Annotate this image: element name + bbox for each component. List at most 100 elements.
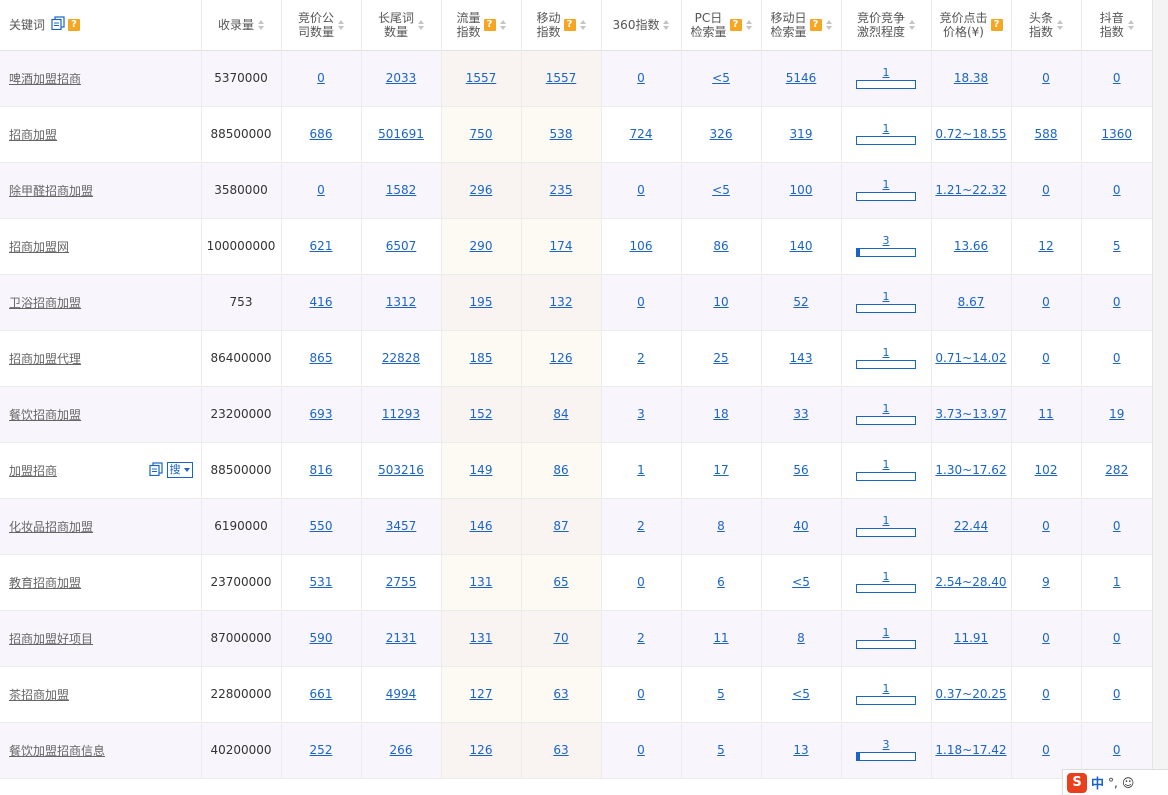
mobile-daily-link[interactable]: <5 bbox=[792, 575, 810, 589]
longtail-link[interactable]: 4994 bbox=[386, 687, 417, 701]
mobile-daily-link[interactable]: <5 bbox=[792, 687, 810, 701]
longtail-link[interactable]: 266 bbox=[390, 743, 413, 757]
mobile-link[interactable]: 63 bbox=[553, 743, 568, 757]
mobile-daily-link[interactable]: 40 bbox=[793, 519, 808, 533]
competition-link[interactable]: 1 bbox=[883, 123, 890, 135]
sort-icon[interactable] bbox=[579, 19, 586, 30]
toutiao-link[interactable]: 0 bbox=[1042, 183, 1050, 197]
sort-icon[interactable] bbox=[909, 19, 915, 30]
longtail-link[interactable]: 503216 bbox=[378, 463, 424, 477]
keyword-link[interactable]: 化妆品招商加盟 bbox=[9, 518, 93, 535]
search-dropdown-button[interactable]: 搜 bbox=[166, 462, 193, 478]
traffic-link[interactable]: 126 bbox=[470, 743, 493, 757]
360-link[interactable]: 0 bbox=[637, 687, 645, 701]
toutiao-link[interactable]: 0 bbox=[1042, 519, 1050, 533]
cpc-link[interactable]: 1.21~22.32 bbox=[935, 183, 1006, 197]
cpc-link[interactable]: 1.30~17.62 bbox=[935, 463, 1006, 477]
bid-companies-link[interactable]: 550 bbox=[310, 519, 333, 533]
keyword-link[interactable]: 啤酒加盟招商 bbox=[9, 70, 81, 87]
pc-daily-link[interactable]: <5 bbox=[712, 71, 730, 85]
help-icon[interactable]: ? bbox=[990, 18, 1003, 31]
mobile-daily-link[interactable]: 56 bbox=[793, 463, 808, 477]
toutiao-link[interactable]: 102 bbox=[1035, 463, 1058, 477]
longtail-link[interactable]: 2131 bbox=[386, 631, 417, 645]
douyin-link[interactable]: 0 bbox=[1113, 631, 1121, 645]
mobile-link[interactable]: 70 bbox=[553, 631, 568, 645]
competition-link[interactable]: 1 bbox=[883, 347, 890, 359]
360-link[interactable]: 2 bbox=[637, 631, 645, 645]
douyin-link[interactable]: 0 bbox=[1113, 183, 1121, 197]
sort-icon[interactable] bbox=[1127, 19, 1134, 30]
competition-link[interactable]: 1 bbox=[883, 571, 890, 583]
mobile-link[interactable]: 84 bbox=[553, 407, 568, 421]
bid-companies-link[interactable]: 590 bbox=[310, 631, 333, 645]
header-indexed[interactable]: 收录量 bbox=[201, 0, 282, 51]
bid-companies-link[interactable]: 816 bbox=[310, 463, 333, 477]
help-icon[interactable]: ? bbox=[483, 18, 496, 31]
pc-daily-link[interactable]: <5 bbox=[712, 183, 730, 197]
competition-link[interactable]: 1 bbox=[883, 683, 890, 695]
ime-mode[interactable]: 中 bbox=[1091, 773, 1104, 792]
sort-icon[interactable] bbox=[663, 19, 670, 30]
douyin-link[interactable]: 0 bbox=[1113, 71, 1121, 85]
toutiao-link[interactable]: 0 bbox=[1042, 295, 1050, 309]
help-icon[interactable]: ? bbox=[68, 18, 81, 31]
360-link[interactable]: 0 bbox=[637, 295, 645, 309]
keyword-link[interactable]: 招商加盟好项目 bbox=[9, 630, 93, 647]
douyin-link[interactable]: 0 bbox=[1113, 295, 1121, 309]
cpc-link[interactable]: 18.38 bbox=[954, 71, 988, 85]
header-competition[interactable]: 竞价竞争 激烈程度 bbox=[841, 0, 932, 51]
traffic-link[interactable]: 195 bbox=[470, 295, 493, 309]
traffic-link[interactable]: 290 bbox=[470, 239, 493, 253]
toutiao-link[interactable]: 0 bbox=[1042, 687, 1050, 701]
longtail-link[interactable]: 22828 bbox=[382, 351, 420, 365]
competition-link[interactable]: 1 bbox=[883, 291, 890, 303]
mobile-link[interactable]: 235 bbox=[550, 183, 573, 197]
keyword-link[interactable]: 茶招商加盟 bbox=[9, 686, 69, 703]
competition-link[interactable]: 1 bbox=[883, 403, 890, 415]
header-360[interactable]: 360指数 bbox=[601, 0, 682, 51]
mobile-daily-link[interactable]: 140 bbox=[790, 239, 813, 253]
traffic-link[interactable]: 152 bbox=[470, 407, 493, 421]
longtail-link[interactable]: 11293 bbox=[382, 407, 420, 421]
toutiao-link[interactable]: 0 bbox=[1042, 631, 1050, 645]
help-icon[interactable]: ? bbox=[809, 18, 822, 31]
toutiao-link[interactable]: 0 bbox=[1042, 71, 1050, 85]
cpc-link[interactable]: 2.54~28.40 bbox=[935, 575, 1006, 589]
pc-daily-link[interactable]: 10 bbox=[713, 295, 728, 309]
pc-daily-link[interactable]: 18 bbox=[713, 407, 728, 421]
cpc-link[interactable]: 3.73~13.97 bbox=[935, 407, 1006, 421]
bid-companies-link[interactable]: 661 bbox=[310, 687, 333, 701]
competition-link[interactable]: 3 bbox=[883, 235, 890, 247]
longtail-link[interactable]: 1582 bbox=[386, 183, 417, 197]
traffic-link[interactable]: 127 bbox=[470, 687, 493, 701]
keyword-link[interactable]: 教育招商加盟 bbox=[9, 574, 81, 591]
ime-toolbar[interactable]: S 中 °, ☺ bbox=[1062, 769, 1168, 795]
longtail-link[interactable]: 2755 bbox=[386, 575, 417, 589]
cpc-link[interactable]: 22.44 bbox=[954, 519, 988, 533]
360-link[interactable]: 2 bbox=[637, 351, 645, 365]
traffic-link[interactable]: 1557 bbox=[466, 71, 497, 85]
bid-companies-link[interactable]: 0 bbox=[317, 71, 325, 85]
douyin-link[interactable]: 1360 bbox=[1101, 127, 1132, 141]
traffic-link[interactable]: 131 bbox=[470, 575, 493, 589]
mobile-link[interactable]: 86 bbox=[553, 463, 568, 477]
ime-emoji-icon[interactable]: ☺ bbox=[1122, 776, 1135, 790]
mobile-link[interactable]: 174 bbox=[550, 239, 573, 253]
vertical-scrollbar[interactable] bbox=[1152, 0, 1168, 795]
traffic-link[interactable]: 296 bbox=[470, 183, 493, 197]
competition-link[interactable]: 3 bbox=[883, 739, 890, 751]
keyword-link[interactable]: 招商加盟网 bbox=[9, 238, 69, 255]
help-icon[interactable]: ? bbox=[729, 18, 742, 31]
cpc-link[interactable]: 13.66 bbox=[954, 239, 988, 253]
keyword-link[interactable]: 招商加盟代理 bbox=[9, 350, 81, 367]
mobile-link[interactable]: 63 bbox=[553, 687, 568, 701]
douyin-link[interactable]: 1 bbox=[1113, 575, 1121, 589]
header-cpc[interactable]: 竞价点击 价格(¥) ? bbox=[931, 0, 1012, 51]
douyin-link[interactable]: 282 bbox=[1105, 463, 1128, 477]
keyword-link[interactable]: 加盟招商 bbox=[9, 462, 57, 479]
360-link[interactable]: 0 bbox=[637, 743, 645, 757]
toutiao-link[interactable]: 11 bbox=[1038, 407, 1053, 421]
toutiao-link[interactable]: 9 bbox=[1042, 575, 1050, 589]
360-link[interactable]: 3 bbox=[637, 407, 645, 421]
